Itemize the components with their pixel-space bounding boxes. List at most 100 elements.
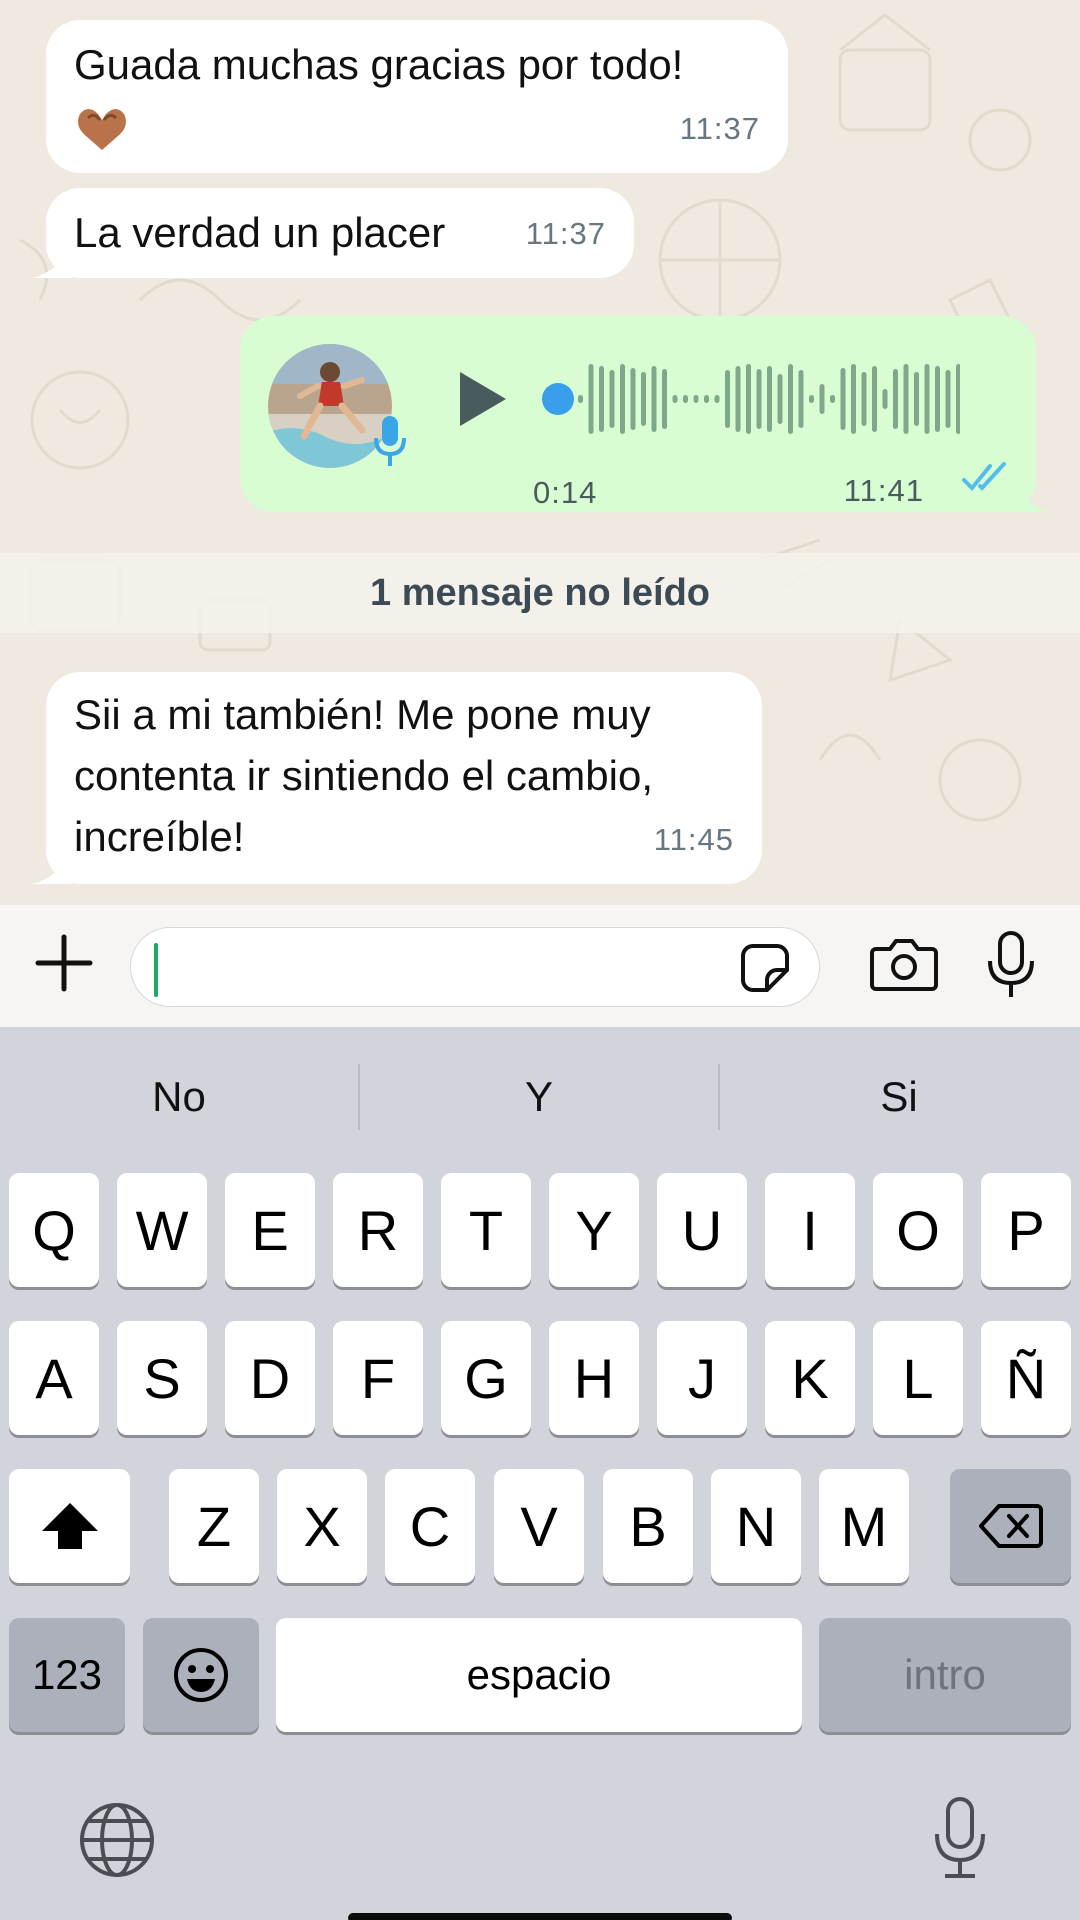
message-text: Guada muchas gracias por todo! bbox=[74, 41, 684, 88]
key-c[interactable]: C bbox=[385, 1469, 475, 1583]
key-t[interactable]: T bbox=[441, 1173, 531, 1287]
key-w[interactable]: W bbox=[117, 1173, 207, 1287]
home-indicator bbox=[348, 1913, 732, 1920]
play-icon[interactable] bbox=[454, 366, 510, 432]
suggestion-item[interactable]: Si bbox=[720, 1027, 1078, 1167]
bubble-tail bbox=[32, 244, 72, 278]
waveform-bar bbox=[651, 366, 657, 432]
key-l[interactable]: L bbox=[873, 1321, 963, 1435]
key-k[interactable]: K bbox=[765, 1321, 855, 1435]
camera-icon[interactable] bbox=[870, 935, 938, 993]
message-time: 11:37 bbox=[525, 216, 606, 251]
waveform-bar bbox=[599, 366, 604, 432]
emoji-key[interactable] bbox=[143, 1618, 259, 1732]
key-r[interactable]: R bbox=[333, 1173, 423, 1287]
suggestion-item[interactable]: Y bbox=[360, 1027, 718, 1167]
plus-icon[interactable] bbox=[34, 933, 94, 993]
key-a[interactable]: A bbox=[9, 1321, 99, 1435]
suggestion-item[interactable]: No bbox=[0, 1027, 358, 1167]
waveform-bar bbox=[777, 374, 783, 424]
waveform-bar bbox=[882, 389, 888, 409]
unread-banner-text: 1 mensaje no leído bbox=[370, 571, 710, 614]
emoji-icon bbox=[174, 1648, 228, 1702]
space-key[interactable]: espacio bbox=[276, 1618, 802, 1732]
waveform-bar bbox=[672, 395, 678, 403]
waveform-bar bbox=[767, 366, 772, 432]
key-i[interactable]: I bbox=[765, 1173, 855, 1287]
key-n[interactable]: N bbox=[711, 1469, 801, 1583]
waveform-bar bbox=[851, 364, 856, 434]
message-input[interactable] bbox=[130, 927, 820, 1007]
key-x[interactable]: X bbox=[277, 1469, 367, 1583]
shift-icon bbox=[41, 1503, 98, 1549]
incoming-message[interactable]: Sii a mi también! Me pone muy contenta i… bbox=[32, 672, 762, 884]
message-line: Sii a mi también! Me pone muy bbox=[74, 691, 651, 738]
key-h[interactable]: H bbox=[549, 1321, 639, 1435]
waveform-bar bbox=[861, 372, 867, 426]
waveform-bar bbox=[956, 364, 960, 434]
message-text: Sii a mi también! Me pone muy contenta i… bbox=[74, 684, 653, 867]
key-g[interactable]: G bbox=[441, 1321, 531, 1435]
key-s[interactable]: S bbox=[117, 1321, 207, 1435]
key-f[interactable]: F bbox=[333, 1321, 423, 1435]
chat-area[interactable]: Guada muchas gracias por todo! 11:37 La … bbox=[0, 0, 1080, 905]
key-v[interactable]: V bbox=[494, 1469, 584, 1583]
waveform-bar bbox=[693, 395, 699, 403]
voice-duration: 0:14 bbox=[533, 475, 598, 510]
waveform-bar bbox=[830, 395, 835, 403]
waveform-bar bbox=[630, 368, 636, 430]
waveform-bar bbox=[924, 364, 930, 434]
waveform-bar bbox=[788, 364, 793, 434]
text-cursor bbox=[154, 943, 158, 997]
waveform-bar bbox=[588, 364, 594, 434]
message-time: 11:41 bbox=[843, 473, 924, 508]
incoming-message[interactable]: La verdad un placer 11:37 bbox=[32, 188, 634, 278]
shift-key[interactable] bbox=[9, 1469, 130, 1583]
waveform-bar bbox=[819, 384, 825, 414]
audio-waveform[interactable] bbox=[540, 356, 960, 442]
key-enye[interactable]: Ñ bbox=[981, 1321, 1071, 1435]
message-composer bbox=[0, 905, 1080, 1027]
waveform-bar bbox=[935, 366, 940, 432]
message-time: 11:45 bbox=[653, 822, 734, 857]
sticker-icon[interactable] bbox=[739, 942, 791, 994]
return-key[interactable]: intro bbox=[819, 1618, 1071, 1732]
key-y[interactable]: Y bbox=[549, 1173, 639, 1287]
backspace-key[interactable] bbox=[950, 1469, 1071, 1583]
waveform-bar bbox=[620, 364, 625, 434]
key-e[interactable]: E bbox=[225, 1173, 315, 1287]
key-d[interactable]: D bbox=[225, 1321, 315, 1435]
key-j[interactable]: J bbox=[657, 1321, 747, 1435]
waveform-bar bbox=[683, 395, 688, 403]
waveform-bar bbox=[809, 395, 814, 403]
globe-icon[interactable] bbox=[78, 1801, 156, 1879]
unread-messages-banner: 1 mensaje no leído bbox=[0, 553, 1080, 633]
key-b[interactable]: B bbox=[603, 1469, 693, 1583]
waveform-bar bbox=[756, 369, 762, 429]
key-m[interactable]: M bbox=[819, 1469, 909, 1583]
key-z[interactable]: Z bbox=[169, 1469, 259, 1583]
key-p[interactable]: P bbox=[981, 1173, 1071, 1287]
key-q[interactable]: Q bbox=[9, 1173, 99, 1287]
key-u[interactable]: U bbox=[657, 1173, 747, 1287]
waveform-bar bbox=[903, 364, 909, 434]
key-o[interactable]: O bbox=[873, 1173, 963, 1287]
waveform-bar bbox=[746, 364, 751, 434]
message-line: contenta ir sintiendo el cambio, bbox=[74, 752, 653, 799]
dictation-icon[interactable] bbox=[933, 1796, 987, 1880]
waveform-bar bbox=[725, 370, 730, 428]
message-text: La verdad un placer bbox=[74, 209, 446, 256]
waveform-bar bbox=[945, 370, 951, 428]
keyboard: No Y Si Q W E R T Y U I O P A S D F G H … bbox=[0, 1027, 1080, 1920]
waveform-bar bbox=[704, 395, 709, 403]
outgoing-voice-message[interactable]: 0:14 11:41 bbox=[240, 316, 1050, 512]
message-time: 11:37 bbox=[679, 111, 760, 146]
numbers-key[interactable]: 123 bbox=[9, 1618, 125, 1732]
waveform-bar bbox=[840, 368, 846, 430]
waveform-bar bbox=[714, 395, 720, 403]
waveform-bar bbox=[798, 370, 804, 428]
waveform-bar bbox=[893, 369, 898, 429]
microphone-icon[interactable] bbox=[985, 929, 1037, 1001]
incoming-message[interactable]: Guada muchas gracias por todo! 11:37 bbox=[46, 20, 788, 173]
waveform-bar bbox=[735, 366, 741, 432]
